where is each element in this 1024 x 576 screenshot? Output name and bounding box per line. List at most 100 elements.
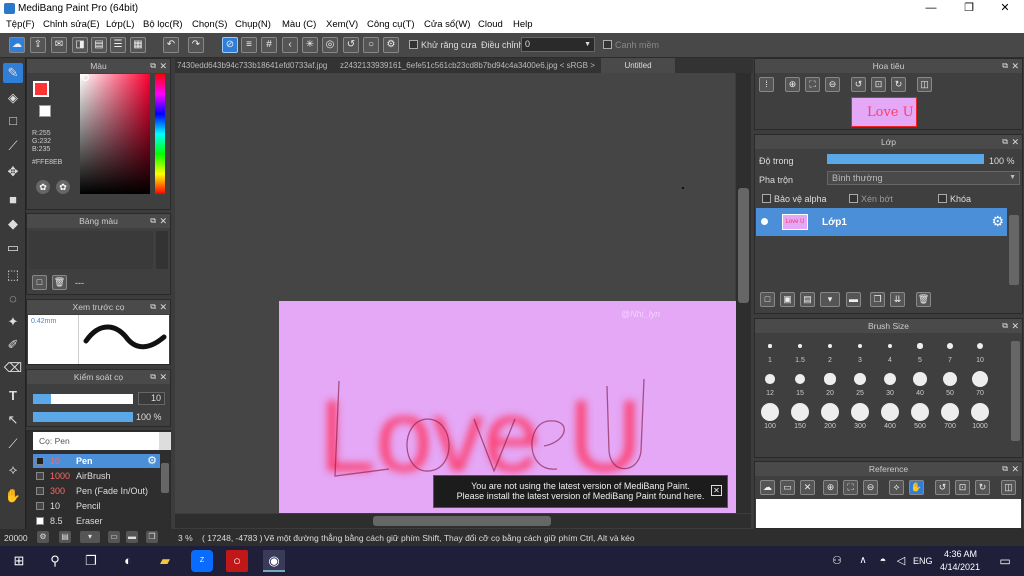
float-icon[interactable]: ⧉ — [1002, 462, 1008, 476]
windows-start-icon[interactable]: ⊞ — [8, 550, 30, 572]
brush-size-option[interactable]: 5 — [907, 336, 933, 364]
upload-icon[interactable]: ⇪ — [30, 37, 46, 53]
gradient-tool-icon[interactable]: ▭ — [3, 238, 23, 258]
page-icon[interactable]: ▤ — [91, 37, 107, 53]
layer-scrollbar[interactable] — [1009, 215, 1019, 285]
close-ref-icon[interactable]: ✕ — [800, 480, 815, 495]
brush-size-option[interactable]: 1000 — [967, 402, 993, 430]
chevron-up-icon[interactable]: ∧ — [852, 550, 874, 572]
search-icon[interactable]: ⚲ — [44, 550, 66, 572]
brush-size-option[interactable]: 12 — [757, 369, 783, 397]
color-picker-icon[interactable]: ✿ — [56, 180, 70, 194]
float-icon[interactable]: ⧉ — [1002, 135, 1008, 149]
undo-icon[interactable]: ↶ — [163, 37, 179, 53]
file-explorer-icon[interactable]: ▰ — [154, 550, 176, 572]
cloud-open-icon[interactable]: ☁ — [760, 480, 775, 495]
eyedropper-icon[interactable]: ⟡ — [889, 480, 904, 495]
list-icon[interactable]: ☰ — [110, 37, 126, 53]
vanish-snap-icon[interactable]: ‹ — [282, 37, 298, 53]
brush-size-value[interactable]: 10 — [138, 392, 165, 405]
brush-size-option[interactable]: 150 — [787, 402, 813, 430]
color-wheel-icon[interactable]: ✿ — [36, 180, 50, 194]
brush-item-eraser[interactable]: 8.5 Eraser — [33, 514, 160, 528]
brush-size-option[interactable]: 300 — [847, 402, 873, 430]
brush-size-option[interactable]: 700 — [937, 402, 963, 430]
line-tool-icon[interactable]: ⟋ — [3, 136, 23, 156]
chrome-icon[interactable]: ◉ — [263, 550, 285, 572]
opera-icon[interactable]: ○ — [226, 550, 248, 572]
protect-alpha-checkbox[interactable] — [762, 194, 771, 203]
folder-icon[interactable]: ▬ — [846, 292, 861, 307]
float-icon[interactable]: ⧉ — [1002, 59, 1008, 73]
redo-icon[interactable]: ↷ — [188, 37, 204, 53]
brush-item-airbrush[interactable]: 1000 AirBrush — [33, 469, 160, 483]
brush-size-option[interactable]: 2 — [817, 336, 843, 364]
cloud-icon[interactable]: ☁ — [9, 37, 25, 53]
text-tool-icon[interactable]: T — [3, 386, 23, 406]
circle-snap-icon[interactable]: ◎ — [322, 37, 338, 53]
tab-image-1[interactable]: 7430edd643b94c733b18641efd0733af.jpg — [175, 58, 337, 73]
curve-snap-icon[interactable]: ↺ — [343, 37, 359, 53]
rotate-left-icon[interactable]: ↺ — [935, 480, 950, 495]
navigator-thumbnail[interactable]: Love U — [851, 97, 917, 127]
close-icon[interactable]: ✕ — [159, 59, 167, 73]
brush-opacity-slider[interactable] — [33, 412, 133, 422]
float-icon[interactable]: ⧉ — [150, 59, 156, 73]
brush-size-option[interactable]: 7 — [937, 336, 963, 364]
close-icon[interactable]: ✕ — [711, 485, 722, 496]
brush-size-option[interactable]: 20 — [817, 369, 843, 397]
menu-color[interactable]: Màu (C) — [282, 19, 316, 30]
tab-image-2[interactable]: z2432133939161_6efe51c561cb23cd8b7bd94c4… — [338, 58, 600, 73]
hand-icon[interactable]: ✋ — [909, 480, 924, 495]
clipping-checkbox[interactable] — [849, 194, 858, 203]
close-icon[interactable]: ✕ — [1011, 462, 1019, 476]
minimize-button[interactable]: — — [914, 1, 948, 16]
close-icon[interactable]: ✕ — [1011, 319, 1019, 333]
blend-select[interactable]: Bình thường ▼ — [827, 171, 1020, 185]
new-palette-icon[interactable]: □ — [32, 275, 47, 290]
brush-size-option[interactable]: 500 — [907, 402, 933, 430]
brush-size-option[interactable]: 30 — [877, 369, 903, 397]
snap-off-icon[interactable]: ⊘ — [222, 37, 238, 53]
palette-area[interactable] — [29, 231, 153, 269]
antialias-checkbox[interactable] — [409, 40, 418, 49]
tab-untitled[interactable]: Untitled — [601, 58, 675, 73]
palette-scrollbar[interactable] — [156, 231, 168, 269]
menu-layer[interactable]: Lớp(L) — [106, 19, 134, 30]
volume-icon[interactable]: ◁ — [890, 550, 912, 572]
new-layer-copy-icon[interactable]: ▣ — [780, 292, 795, 307]
brush-size-option[interactable]: 400 — [877, 402, 903, 430]
brush-size-slider[interactable] — [33, 394, 133, 404]
hue-slider[interactable] — [155, 74, 165, 194]
close-icon[interactable]: ✕ — [1011, 59, 1019, 73]
brush-size-option[interactable]: 1.5 — [787, 336, 813, 364]
delete-layer-icon[interactable]: 🗑 — [916, 292, 931, 307]
notification-icon[interactable]: ▭ — [994, 550, 1016, 572]
rotate-right-icon[interactable]: ↻ — [975, 480, 990, 495]
maximize-button[interactable]: ❐ — [952, 1, 986, 16]
close-icon[interactable]: ✕ — [159, 300, 167, 314]
new-layer-icon[interactable]: □ — [760, 292, 775, 307]
zoom-in-icon[interactable]: ⊕ — [785, 77, 800, 92]
brush-size-option[interactable]: 70 — [967, 369, 993, 397]
divide-tool-icon[interactable]: ⟋ — [3, 434, 23, 454]
reset-icon[interactable]: ⊡ — [955, 480, 970, 495]
brush-item-pen-fade[interactable]: 300 Pen (Fade In/Out) — [33, 484, 160, 498]
menu-tools[interactable]: Công cụ(T) — [367, 19, 415, 30]
brush-size-option[interactable]: 1 — [757, 336, 783, 364]
menu-file[interactable]: Tệp(F) — [6, 19, 35, 30]
edge-icon[interactable]: ◐ — [117, 550, 139, 572]
float-icon[interactable]: ⧉ — [150, 370, 156, 384]
zoom-in-icon[interactable]: ⊕ — [823, 480, 838, 495]
flip-icon[interactable]: ◫ — [1001, 480, 1016, 495]
correction-select[interactable]: 0 ▼ — [521, 37, 595, 52]
select-eraser-icon[interactable]: ⌫ — [3, 358, 23, 378]
layer-row[interactable]: Love U Lớp1 ⚙ — [756, 208, 1007, 236]
float-icon[interactable]: ⧉ — [1002, 319, 1008, 333]
chat-icon[interactable]: ◨ — [72, 37, 88, 53]
pages-icon[interactable]: ▤ — [59, 531, 71, 543]
brush-list-scrollbar[interactable] — [161, 463, 169, 493]
copy-icon[interactable]: ❐ — [146, 531, 158, 543]
move-tool-icon[interactable]: ✥ — [3, 162, 23, 182]
lock-checkbox[interactable] — [938, 194, 947, 203]
